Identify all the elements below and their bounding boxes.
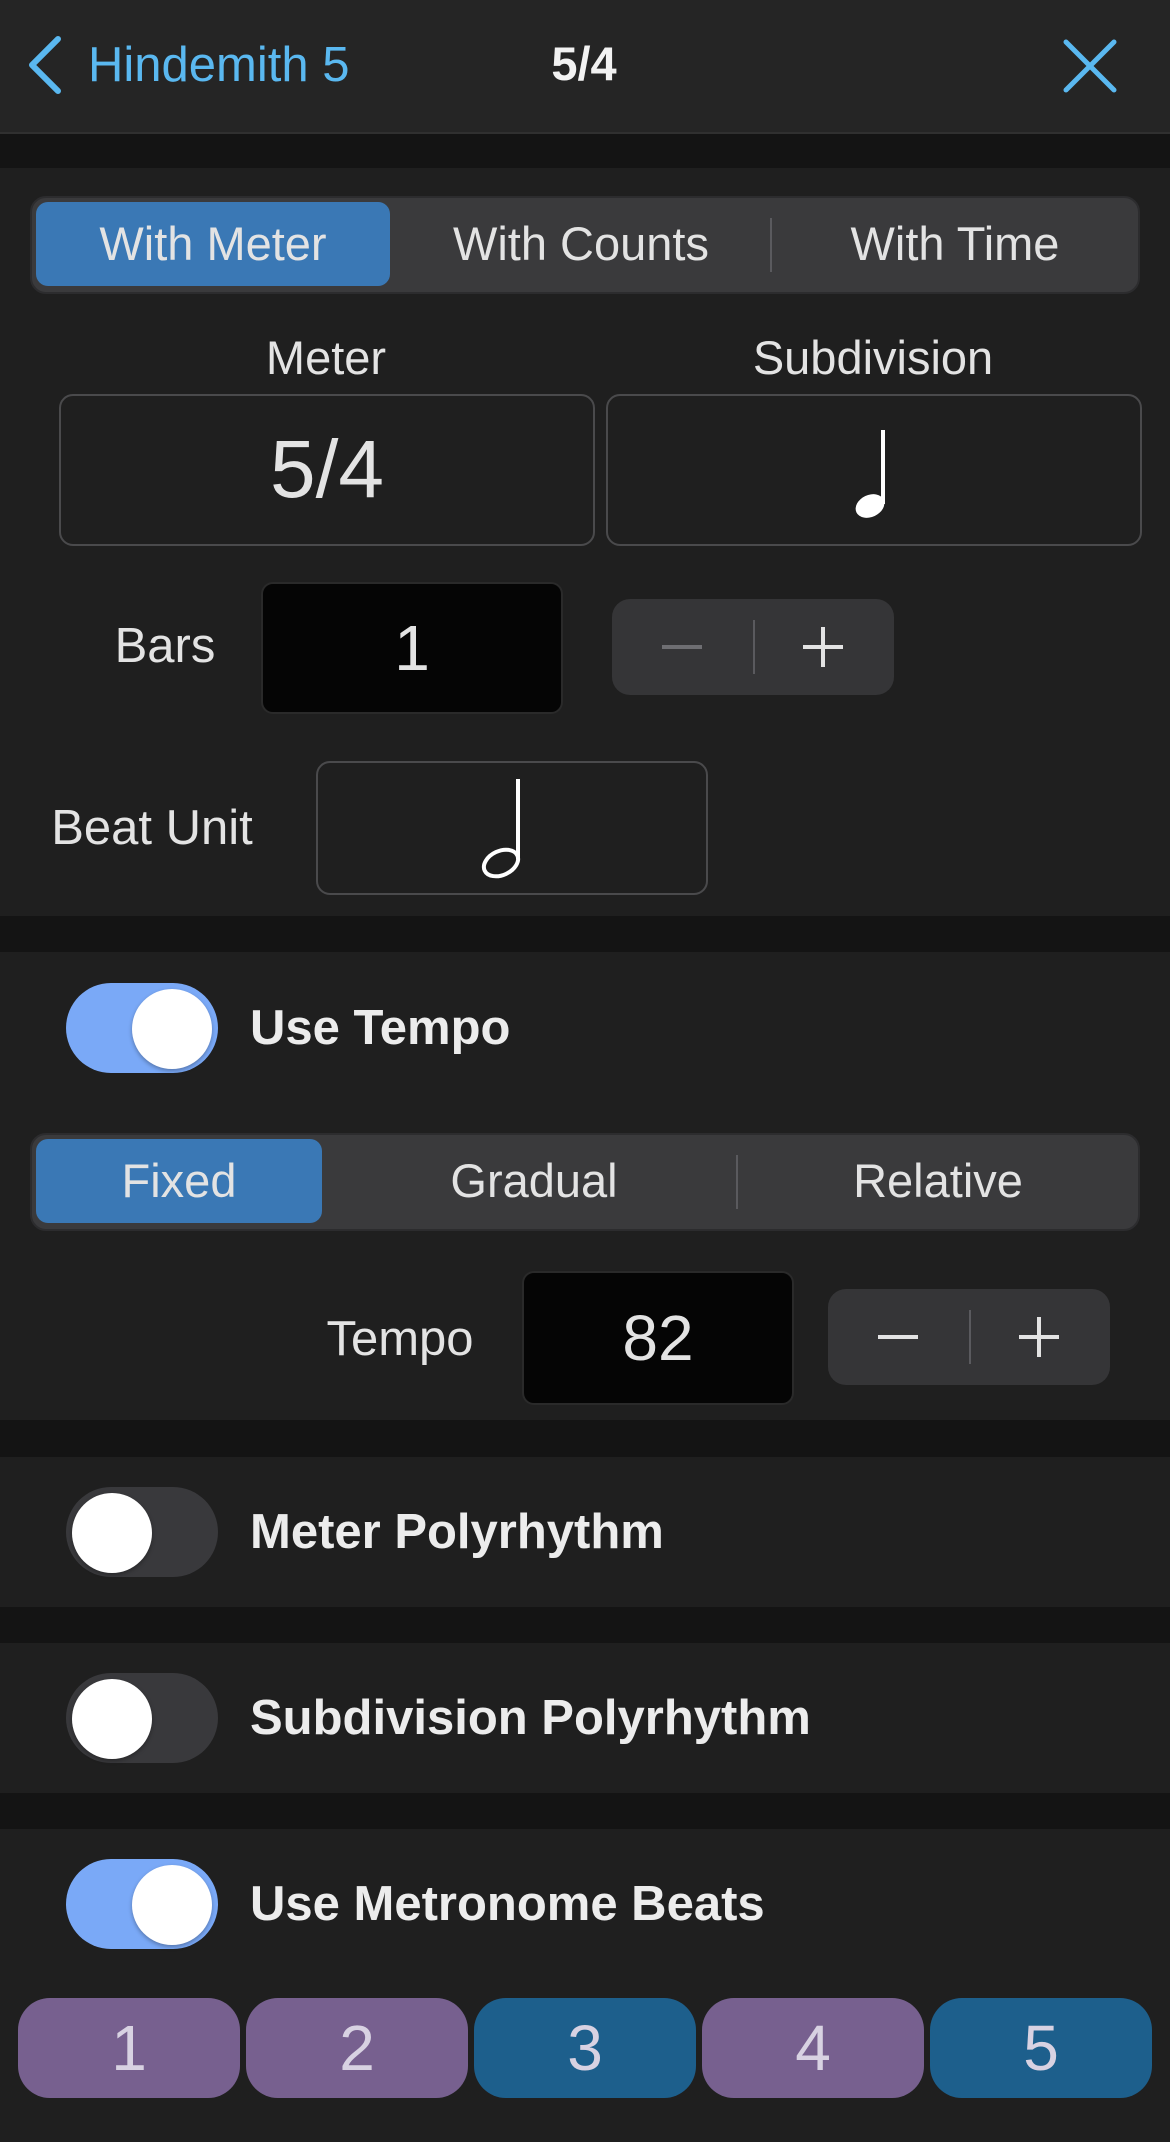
plus-icon xyxy=(803,627,843,667)
toggle-knob xyxy=(72,1493,152,1573)
tempo-field[interactable]: 82 xyxy=(522,1271,794,1405)
subdivision-label: Subdivision xyxy=(752,331,994,384)
quarter-note-icon xyxy=(855,430,885,518)
tempo-mode-segmented-control: Fixed Gradual Relative xyxy=(30,1133,1140,1231)
use-metronome-beats-label: Use Metronome Beats xyxy=(250,1877,765,1931)
minus-icon xyxy=(878,1335,918,1339)
segment-divider xyxy=(770,218,772,272)
use-tempo-toggle[interactable] xyxy=(66,983,218,1073)
close-button[interactable] xyxy=(1058,34,1122,98)
use-metronome-beats-toggle[interactable] xyxy=(66,1859,218,1949)
subdivision-polyrhythm-toggle[interactable] xyxy=(66,1673,218,1763)
segment-divider xyxy=(736,1155,738,1209)
tab-with-meter[interactable]: With Meter xyxy=(36,202,390,286)
close-icon xyxy=(1063,39,1117,93)
bars-label: Bars xyxy=(114,619,216,673)
tab-fixed[interactable]: Fixed xyxy=(36,1139,322,1223)
meter-value: 5/4 xyxy=(270,424,384,515)
tab-with-counts[interactable]: With Counts xyxy=(398,202,764,286)
beat-button-4[interactable]: 4 xyxy=(702,1998,924,2098)
tab-gradual[interactable]: Gradual xyxy=(328,1139,740,1223)
tab-with-time[interactable]: With Time xyxy=(776,202,1134,286)
tempo-stepper xyxy=(828,1289,1110,1385)
beat-button-3[interactable]: 3 xyxy=(474,1998,696,2098)
tempo-increment-button[interactable] xyxy=(969,1289,1110,1385)
bars-stepper xyxy=(612,599,894,695)
tempo-value: 82 xyxy=(622,1302,694,1374)
meter-label: Meter xyxy=(265,331,387,384)
beat-unit-field[interactable] xyxy=(316,761,708,895)
meter-polyrhythm-toggle[interactable] xyxy=(66,1487,218,1577)
subdivision-field[interactable] xyxy=(606,394,1142,546)
page-title: 5/4 xyxy=(551,37,617,90)
bars-increment-button[interactable] xyxy=(753,599,894,695)
beat-button-2[interactable]: 2 xyxy=(246,1998,468,2098)
use-tempo-label: Use Tempo xyxy=(250,1001,511,1055)
bars-field[interactable]: 1 xyxy=(261,582,563,714)
toggle-knob xyxy=(132,989,212,1069)
beat-button-1[interactable]: 1 xyxy=(18,1998,240,2098)
meter-polyrhythm-label: Meter Polyrhythm xyxy=(250,1505,664,1559)
meter-field[interactable]: 5/4 xyxy=(59,394,595,546)
beat-unit-label: Beat Unit xyxy=(51,801,253,855)
tempo-label: Tempo xyxy=(326,1312,474,1366)
tempo-decrement-button[interactable] xyxy=(828,1289,969,1385)
toggle-knob xyxy=(72,1679,152,1759)
toggle-knob xyxy=(132,1865,212,1945)
plus-icon xyxy=(1019,1317,1059,1357)
mode-segmented-control: With Meter With Counts With Time xyxy=(30,196,1140,294)
bars-decrement-button[interactable] xyxy=(612,599,753,695)
half-note-icon xyxy=(481,779,521,879)
bars-value: 1 xyxy=(394,612,430,684)
tab-relative[interactable]: Relative xyxy=(742,1139,1134,1223)
minus-icon xyxy=(662,645,702,649)
subdivision-polyrhythm-label: Subdivision Polyrhythm xyxy=(250,1691,811,1745)
beat-button-5[interactable]: 5 xyxy=(930,1998,1152,2098)
